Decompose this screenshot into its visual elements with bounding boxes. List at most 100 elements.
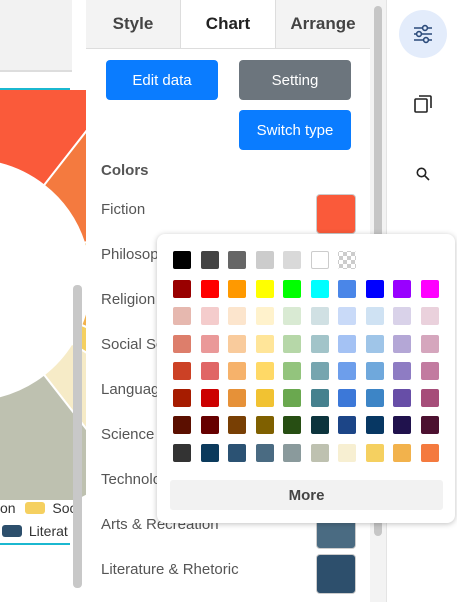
tab-arrange[interactable]: Arrange bbox=[276, 0, 370, 48]
color-swatch[interactable] bbox=[420, 362, 439, 380]
color-swatch[interactable] bbox=[338, 416, 356, 434]
color-swatch[interactable] bbox=[173, 389, 191, 407]
search-icon[interactable] bbox=[399, 150, 447, 198]
color-row-label: Languag bbox=[101, 381, 160, 398]
color-swatch[interactable] bbox=[283, 444, 301, 462]
chart-top-bar bbox=[0, 0, 72, 72]
color-swatch[interactable] bbox=[420, 280, 439, 298]
color-swatch[interactable] bbox=[393, 389, 411, 407]
color-swatch[interactable] bbox=[228, 416, 246, 434]
color-swatch[interactable] bbox=[365, 280, 384, 298]
color-swatch[interactable] bbox=[228, 335, 246, 353]
color-swatch[interactable] bbox=[420, 389, 439, 407]
color-row-label: Philosop bbox=[101, 246, 159, 263]
color-swatch[interactable] bbox=[255, 444, 274, 462]
color-swatch[interactable] bbox=[393, 362, 411, 380]
color-swatch[interactable] bbox=[255, 335, 274, 353]
color-swatch[interactable] bbox=[200, 389, 219, 407]
color-swatch[interactable] bbox=[200, 362, 219, 380]
color-swatch[interactable] bbox=[283, 251, 301, 269]
edit-data-button[interactable]: Edit data bbox=[106, 60, 218, 100]
transparent-swatch[interactable] bbox=[338, 251, 356, 269]
color-swatch[interactable] bbox=[200, 307, 219, 325]
color-swatch[interactable] bbox=[255, 389, 274, 407]
color-swatch[interactable] bbox=[283, 416, 301, 434]
color-swatch[interactable] bbox=[228, 307, 246, 325]
tab-style[interactable]: Style bbox=[86, 0, 180, 48]
color-swatch[interactable] bbox=[173, 307, 191, 325]
color-swatch[interactable] bbox=[200, 251, 219, 269]
color-swatch[interactable] bbox=[310, 389, 329, 407]
color-swatch[interactable] bbox=[283, 280, 301, 298]
tab-chart[interactable]: Chart bbox=[180, 0, 276, 48]
legend-label: Literat bbox=[28, 523, 68, 539]
color-swatch[interactable] bbox=[283, 307, 301, 325]
color-swatch[interactable] bbox=[255, 307, 274, 325]
layers-icon[interactable] bbox=[399, 80, 447, 128]
color-swatch[interactable] bbox=[310, 251, 329, 269]
color-swatch[interactable] bbox=[365, 362, 384, 380]
color-swatch[interactable] bbox=[283, 362, 301, 380]
color-swatch[interactable] bbox=[393, 307, 411, 325]
color-row-label: Social Sc bbox=[101, 336, 164, 353]
color-swatch[interactable] bbox=[200, 416, 219, 434]
color-swatch[interactable] bbox=[200, 335, 219, 353]
setting-button[interactable]: Setting bbox=[239, 60, 351, 100]
color-swatch[interactable] bbox=[310, 362, 329, 380]
color-swatch[interactable] bbox=[420, 444, 439, 462]
color-swatch[interactable] bbox=[393, 444, 411, 462]
tab-bar: Style Chart Arrange bbox=[86, 0, 370, 49]
color-swatch[interactable] bbox=[228, 362, 246, 380]
color-swatch[interactable] bbox=[338, 362, 356, 380]
color-row-label: Technolo bbox=[101, 471, 162, 488]
color-swatch[interactable] bbox=[365, 389, 384, 407]
color-swatch[interactable] bbox=[338, 280, 356, 298]
color-swatch[interactable] bbox=[310, 307, 329, 325]
color-swatch[interactable] bbox=[173, 444, 191, 462]
color-swatch[interactable] bbox=[228, 280, 246, 298]
color-swatch[interactable] bbox=[200, 280, 219, 298]
color-swatch[interactable] bbox=[393, 416, 411, 434]
color-swatch[interactable] bbox=[310, 444, 329, 462]
color-swatch[interactable] bbox=[173, 280, 191, 298]
color-row-label: Science bbox=[101, 426, 155, 443]
color-swatch-button[interactable] bbox=[316, 194, 356, 234]
color-swatch[interactable] bbox=[173, 251, 191, 269]
color-swatch[interactable] bbox=[255, 416, 274, 434]
color-swatch[interactable] bbox=[338, 444, 356, 462]
color-swatch[interactable] bbox=[338, 307, 356, 325]
color-swatch[interactable] bbox=[173, 362, 191, 380]
color-swatch[interactable] bbox=[365, 307, 384, 325]
color-swatch[interactable] bbox=[393, 335, 411, 353]
color-swatch[interactable] bbox=[173, 416, 191, 434]
color-swatch[interactable] bbox=[365, 444, 384, 462]
color-swatch[interactable] bbox=[283, 335, 301, 353]
color-swatch[interactable] bbox=[420, 416, 439, 434]
color-swatch[interactable] bbox=[228, 251, 246, 269]
chart-preview: on Soc Literat bbox=[0, 0, 86, 602]
color-swatch[interactable] bbox=[310, 335, 329, 353]
chart-scrollbar[interactable] bbox=[73, 285, 82, 588]
color-swatch[interactable] bbox=[338, 335, 356, 353]
more-colors-button[interactable]: More bbox=[170, 480, 443, 510]
color-swatch[interactable] bbox=[393, 280, 411, 298]
color-swatch-button[interactable] bbox=[316, 554, 356, 594]
sliders-icon[interactable] bbox=[399, 10, 447, 58]
color-swatch[interactable] bbox=[173, 335, 191, 353]
color-swatch[interactable] bbox=[338, 389, 356, 407]
color-swatch[interactable] bbox=[365, 335, 384, 353]
color-swatch[interactable] bbox=[255, 280, 274, 298]
chart-accent-line bbox=[0, 543, 70, 545]
color-swatch[interactable] bbox=[420, 335, 439, 353]
color-swatch[interactable] bbox=[228, 389, 246, 407]
color-swatch[interactable] bbox=[365, 416, 384, 434]
color-swatch[interactable] bbox=[310, 280, 329, 298]
color-swatch[interactable] bbox=[310, 416, 329, 434]
color-swatch[interactable] bbox=[255, 251, 274, 269]
color-swatch[interactable] bbox=[255, 362, 274, 380]
color-swatch[interactable] bbox=[200, 444, 219, 462]
color-swatch[interactable] bbox=[283, 389, 301, 407]
color-swatch[interactable] bbox=[228, 444, 246, 462]
color-swatch[interactable] bbox=[420, 307, 439, 325]
switch-type-button[interactable]: Switch type bbox=[239, 110, 351, 150]
